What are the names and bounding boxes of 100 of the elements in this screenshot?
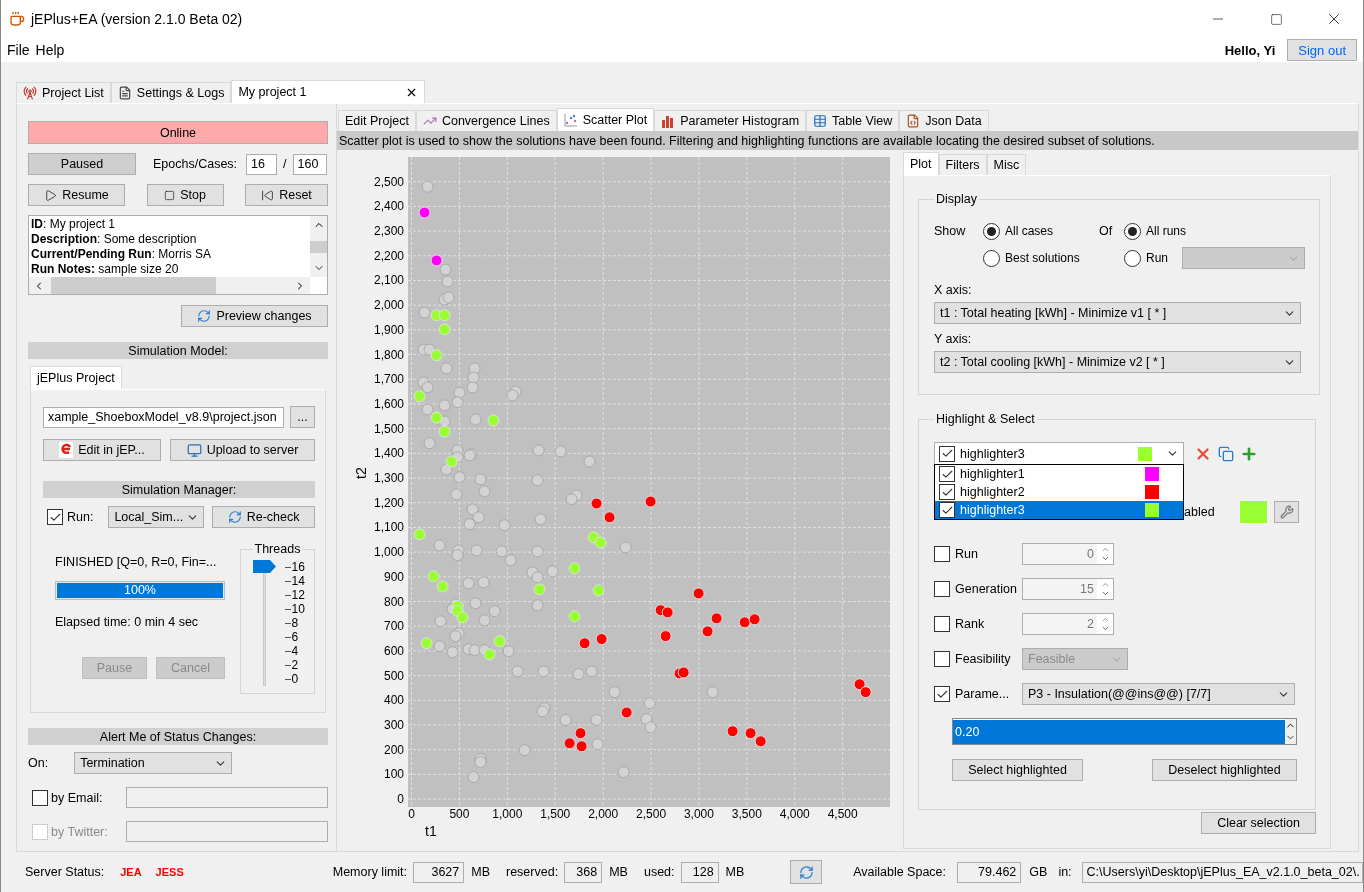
radio-option[interactable]: All cases [983, 220, 1099, 242]
tick-label: 12 [284, 588, 305, 602]
user-greeting: Hello, Yi [1224, 42, 1276, 58]
view-tab[interactable]: Table View [806, 110, 900, 131]
y-axis-dropdown[interactable]: t2 : Total cooling [kWh] - Minimize v2 [ * ] [934, 351, 1301, 373]
tick-label: 16 [284, 560, 305, 574]
highlighter-name: highlighter3 [960, 503, 1026, 517]
group-title: Highlight & Select [935, 412, 1036, 426]
info-line: ID: My project 1 [31, 217, 117, 232]
preview-changes-button[interactable]: Preview changes [181, 305, 328, 327]
view-tab[interactable]: Edit Project [338, 110, 416, 131]
tick-label: 2 [284, 658, 305, 672]
view-tab[interactable]: Json Data [899, 110, 989, 131]
filter-label: Feasibility [955, 652, 1012, 666]
run-label: Run: [67, 510, 94, 524]
spinner-field[interactable]: 0 [1022, 543, 1114, 565]
menu-item[interactable]: highlighter3 [935, 501, 1183, 519]
menu-item[interactable]: Help [35, 42, 65, 58]
list-item[interactable]: 0.20 [953, 720, 1285, 744]
unit-label: MB [609, 865, 628, 879]
panel-tab[interactable]: Filters [938, 154, 987, 175]
tick-label: 10 [284, 602, 305, 616]
status-label: Available Space: [853, 865, 947, 879]
tick-label: 800 [383, 594, 404, 609]
epochs-field[interactable]: 16 [246, 153, 278, 175]
panel-tab[interactable]: Plot [903, 152, 939, 175]
paused-button[interactable]: Paused [28, 153, 136, 175]
radio-option[interactable]: Run [1124, 247, 1168, 269]
browse-button[interactable]: ... [290, 406, 315, 428]
tick-label: 14 [284, 574, 305, 588]
server-status: JEA [120, 866, 142, 878]
unit-label: MB [471, 865, 490, 879]
highlighter-name: highlighter3 [960, 446, 1026, 461]
view-tab[interactable]: Scatter Plot [556, 108, 655, 131]
tick-label: 100 [383, 767, 404, 782]
deselect-highlighted-button[interactable]: Deselect highlighted [1152, 759, 1297, 781]
server-status: JESS [155, 866, 184, 878]
tick-label: 1,200 [373, 495, 404, 510]
clear-selection-button[interactable]: Clear selection [1201, 812, 1316, 834]
tick-label: 600 [383, 643, 404, 658]
tick-label: 1,800 [373, 347, 404, 362]
tick-label: 3,500 [731, 807, 762, 821]
axis-title: t2 [353, 467, 369, 479]
memory-field: 3627 [413, 861, 465, 883]
sign-out-button[interactable]: Sign out [1287, 39, 1357, 61]
radio-option[interactable]: Best solutions [983, 247, 1099, 269]
of-label: Of [1099, 224, 1114, 238]
radio-option[interactable]: All runs [1124, 220, 1305, 242]
x-axis-dropdown[interactable]: t1 : Total heating [kWh] - Minimize v1 [ * ] [934, 302, 1301, 324]
tick-label: 0 [397, 792, 404, 807]
path-field[interactable]: C:\Users\yi\Desktop\jEPlus_EA_v2.1.0_beta_02\. [1081, 861, 1363, 883]
section-header: Simulation Model: [28, 342, 328, 359]
project-path-field[interactable]: xample_ShoeboxModel_v8.9\project.json [43, 406, 285, 428]
select-highlighted-button[interactable]: Select highlighted [952, 759, 1083, 781]
status-banner: Online [28, 121, 328, 144]
description-text: Scatter plot is used to show the solutions have been found. Filtering and highlighting functions are available locating the desired subset of solutions. [337, 131, 1358, 150]
recheck-button[interactable]: Re-check [212, 506, 315, 528]
filter-label: Run [955, 547, 979, 561]
tick-label: 2,200 [373, 248, 404, 263]
filter-dropdown[interactable]: P3 - Insulation(@@ins@@) [7/7] [1022, 683, 1295, 705]
tick-label: 0 [284, 672, 305, 686]
axis-title: t1 [425, 823, 437, 839]
tick-label: 2,000 [373, 298, 404, 313]
elapsed-time-text: Elapsed time: 0 min 4 sec [55, 615, 200, 629]
tick-label: 3,000 [683, 807, 714, 821]
project-tab[interactable]: Project List [16, 82, 111, 103]
tick-label: 400 [383, 693, 404, 708]
tick-label: 8 [284, 616, 305, 630]
highlighter-name: highlighter1 [960, 467, 1026, 481]
agent-dropdown[interactable]: Local_Sim... [108, 506, 205, 528]
reset-button[interactable]: Reset [245, 184, 328, 206]
alert-label: by Twitter: [51, 824, 108, 839]
tick-label: 300 [383, 718, 404, 732]
project-tab[interactable]: jEPlus Project [30, 366, 122, 389]
stop-button[interactable]: Stop [146, 184, 224, 206]
tick-label: 1,500 [373, 421, 404, 436]
alert-dropdown[interactable]: Termination [74, 752, 233, 774]
tick-label: 2,000 [588, 807, 619, 821]
tick-label: 1,600 [373, 396, 404, 411]
axis-label: Y axis: [934, 332, 973, 346]
panel-tab[interactable]: Misc [986, 154, 1027, 175]
filter-label: Generation [955, 582, 1018, 596]
view-tab[interactable]: Convergence Lines [415, 110, 557, 131]
spinner-field[interactable]: 15 [1022, 578, 1114, 600]
edit-button[interactable]: Edit in jEP... [43, 439, 161, 461]
view-tab[interactable]: Parameter Histogram [654, 110, 807, 131]
tick-label: 900 [383, 569, 404, 584]
tick-label: 1,900 [373, 322, 404, 337]
info-line: Description: Some description [31, 232, 198, 247]
tick-label: 4 [284, 644, 305, 658]
spinner-field[interactable]: 2 [1022, 613, 1114, 635]
project-tab[interactable]: My project 1 [231, 80, 426, 103]
upload-button[interactable]: Upload to server [170, 439, 315, 461]
axis-label: X axis: [934, 283, 973, 297]
unit-label: MB [725, 865, 745, 879]
resume-button[interactable]: Resume [28, 184, 125, 206]
alert-label: by Email: [51, 790, 103, 805]
project-tab[interactable]: Settings & Logs [110, 82, 232, 103]
menu-item[interactable]: File [7, 42, 30, 58]
cases-field[interactable]: 160 [292, 153, 327, 175]
